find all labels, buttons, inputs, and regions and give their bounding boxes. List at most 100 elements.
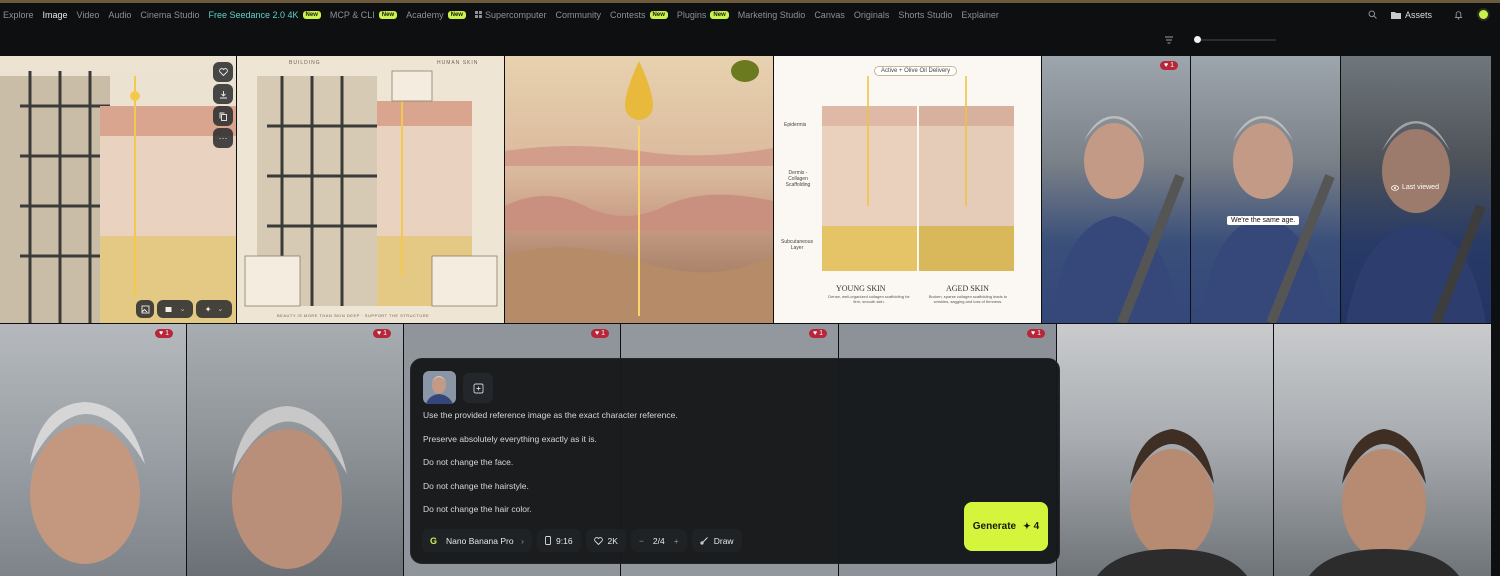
nav-supercomputer-label: Supercomputer [484, 9, 547, 20]
quality-selector[interactable]: 2K [585, 529, 626, 552]
label-subcutaneous: Subcutaneous Layer [781, 239, 813, 251]
add-image-button[interactable] [463, 373, 493, 403]
young-skin-desc: Dense, well-organized collagen scaffoldi… [828, 294, 910, 304]
folder-icon [1390, 11, 1401, 19]
sparkle-icon: ✦ [204, 304, 212, 314]
avatar[interactable] [1477, 8, 1490, 21]
gallery-item-man-car-2[interactable]: We're the same age. [1191, 56, 1340, 323]
nav-audio[interactable]: Audio [108, 10, 131, 20]
copy-button[interactable] [213, 106, 233, 126]
like-count: 1 [165, 330, 170, 337]
like-badge[interactable]: ♥ 1 [373, 329, 392, 338]
heart-icon: ♥ [1031, 330, 1036, 337]
nav-canvas[interactable]: Canvas [814, 10, 845, 20]
nav-image[interactable]: Image [43, 10, 68, 20]
bell-icon[interactable] [1454, 10, 1463, 20]
search-icon[interactable] [1368, 10, 1377, 19]
copy-icon [219, 112, 228, 121]
nav-video[interactable]: Video [77, 10, 100, 20]
upscale-button[interactable]: ✦ ⌄ [196, 300, 232, 318]
prompt-textarea[interactable]: Use the provided reference image as the … [423, 409, 923, 527]
nav-contests[interactable]: Contests New [610, 10, 668, 20]
nav-right-tools: Assets [1368, 3, 1500, 26]
model-selector[interactable]: G Nano Banana Pro › [422, 529, 532, 552]
gallery-item-man-close-1[interactable]: ♥ 1 [0, 324, 186, 576]
count-value: 2/4 [652, 535, 665, 546]
nav-plugins[interactable]: Plugins New [677, 10, 729, 20]
label-dermis: Dermis - Collagen Scaffolding [785, 170, 811, 188]
gallery-item-man-car-dark[interactable]: Last viewed [1341, 56, 1491, 323]
nav-shorts-studio[interactable]: Shorts Studio [898, 10, 952, 20]
heart-icon: ♥ [159, 330, 164, 337]
nav-contests-label: Contests [610, 9, 646, 20]
aged-skin-title: AGED SKIN [946, 284, 989, 293]
last-viewed-marker: Last viewed [1391, 184, 1439, 191]
like-count: 1 [601, 330, 606, 337]
more-button[interactable]: ··· [213, 128, 233, 148]
gallery-item-man-young-2[interactable] [1274, 324, 1491, 576]
young-skin-title: YOUNG SKIN [836, 284, 886, 293]
chevron-right-icon: › [521, 535, 524, 546]
like-badge[interactable]: ♥ 1 [1160, 61, 1179, 70]
like-badge[interactable]: ♥ 1 [591, 329, 610, 338]
like-badge[interactable]: ♥ 1 [809, 329, 828, 338]
nav-community[interactable]: Community [556, 10, 602, 20]
image-icon [141, 305, 150, 314]
nav-mcp-cli[interactable]: MCP & CLI New [329, 9, 398, 20]
zoom-slider-knob[interactable] [1194, 36, 1201, 43]
new-badge: New [447, 10, 466, 19]
nav-cinema-studio[interactable]: Cinema Studio [140, 10, 199, 20]
video-icon [165, 306, 174, 313]
nav-plugins-label: Plugins [676, 9, 707, 20]
plus-icon[interactable]: + [674, 536, 679, 546]
prompt-line: Preserve absolutely everything exactly a… [423, 433, 597, 444]
nav-supercomputer[interactable]: Supercomputer [474, 9, 547, 20]
new-badge: New [710, 10, 729, 19]
prompt-panel: Use the provided reference image as the … [410, 358, 1060, 564]
download-icon [219, 90, 228, 99]
gallery-item-man-close-2[interactable]: ♥ 1 [187, 324, 403, 576]
infographic-header-right: HUMAN SKIN [437, 60, 479, 66]
gallery-item-man-car-1[interactable]: ♥ 1 [1042, 56, 1190, 323]
nav-explore[interactable]: Explore [3, 10, 34, 20]
gallery-item-infographic[interactable]: BUILDING HUMAN SKIN BEAUTY IS MORE THAN … [237, 56, 504, 323]
minus-icon[interactable]: − [639, 536, 644, 546]
gallery-item-building-skin[interactable]: ··· ⌄ ✦ ⌄ [0, 56, 236, 323]
gallery-item-man-young-1[interactable] [1057, 324, 1273, 576]
like-count: 1 [1170, 62, 1175, 69]
favorite-button[interactable] [213, 62, 233, 82]
prompt-line: Do not change the hair color. [423, 504, 532, 514]
draw-button[interactable]: Draw [691, 529, 742, 552]
filter-icon[interactable] [1161, 33, 1177, 47]
gallery-item-skin-oil[interactable] [505, 56, 773, 323]
nav-originals[interactable]: Originals [854, 10, 890, 20]
new-badge: New [302, 10, 321, 19]
generate-cost: 4 [1033, 521, 1040, 532]
infographic-footer: BEAUTY IS MORE THAN SKIN DEEP · SUPPORT … [277, 313, 430, 318]
download-button[interactable] [213, 84, 233, 104]
nav-explainer[interactable]: Explainer [961, 10, 999, 20]
generate-label: Generate [972, 521, 1017, 532]
aspect-ratio-selector[interactable]: 9:16 [537, 529, 581, 552]
aspect-ratio-value: 9:16 [556, 535, 573, 546]
nav-mcp-cli-label: MCP & CLI [329, 9, 375, 20]
reference-image-thumbnail[interactable] [423, 371, 456, 404]
like-badge[interactable]: ♥ 1 [1027, 329, 1046, 338]
zoom-slider[interactable] [1194, 36, 1276, 43]
new-badge: New [649, 10, 668, 19]
nav-free-seedance[interactable]: Free Seedance 2.0 4K New [208, 10, 321, 20]
nav-marketing-studio[interactable]: Marketing Studio [738, 10, 806, 20]
chevron-down-icon: ⌄ [179, 306, 186, 313]
like-badge[interactable]: ♥ 1 [155, 329, 174, 338]
heart-icon [218, 68, 228, 76]
brush-icon [700, 536, 709, 545]
gallery-item-skin-comparison[interactable]: Active + Olive Oil Delivery Epidermis De… [774, 56, 1041, 323]
image-mode-button[interactable] [136, 300, 154, 318]
new-badge: New [378, 10, 398, 19]
generate-button[interactable]: Generate ✦ 4 [964, 502, 1048, 551]
video-mode-button[interactable]: ⌄ [157, 300, 193, 318]
count-stepper: − 2/4 + [630, 529, 687, 552]
assets-button[interactable]: Assets [1390, 10, 1432, 20]
draw-label: Draw [713, 535, 734, 546]
nav-academy[interactable]: Academy New [406, 10, 466, 20]
